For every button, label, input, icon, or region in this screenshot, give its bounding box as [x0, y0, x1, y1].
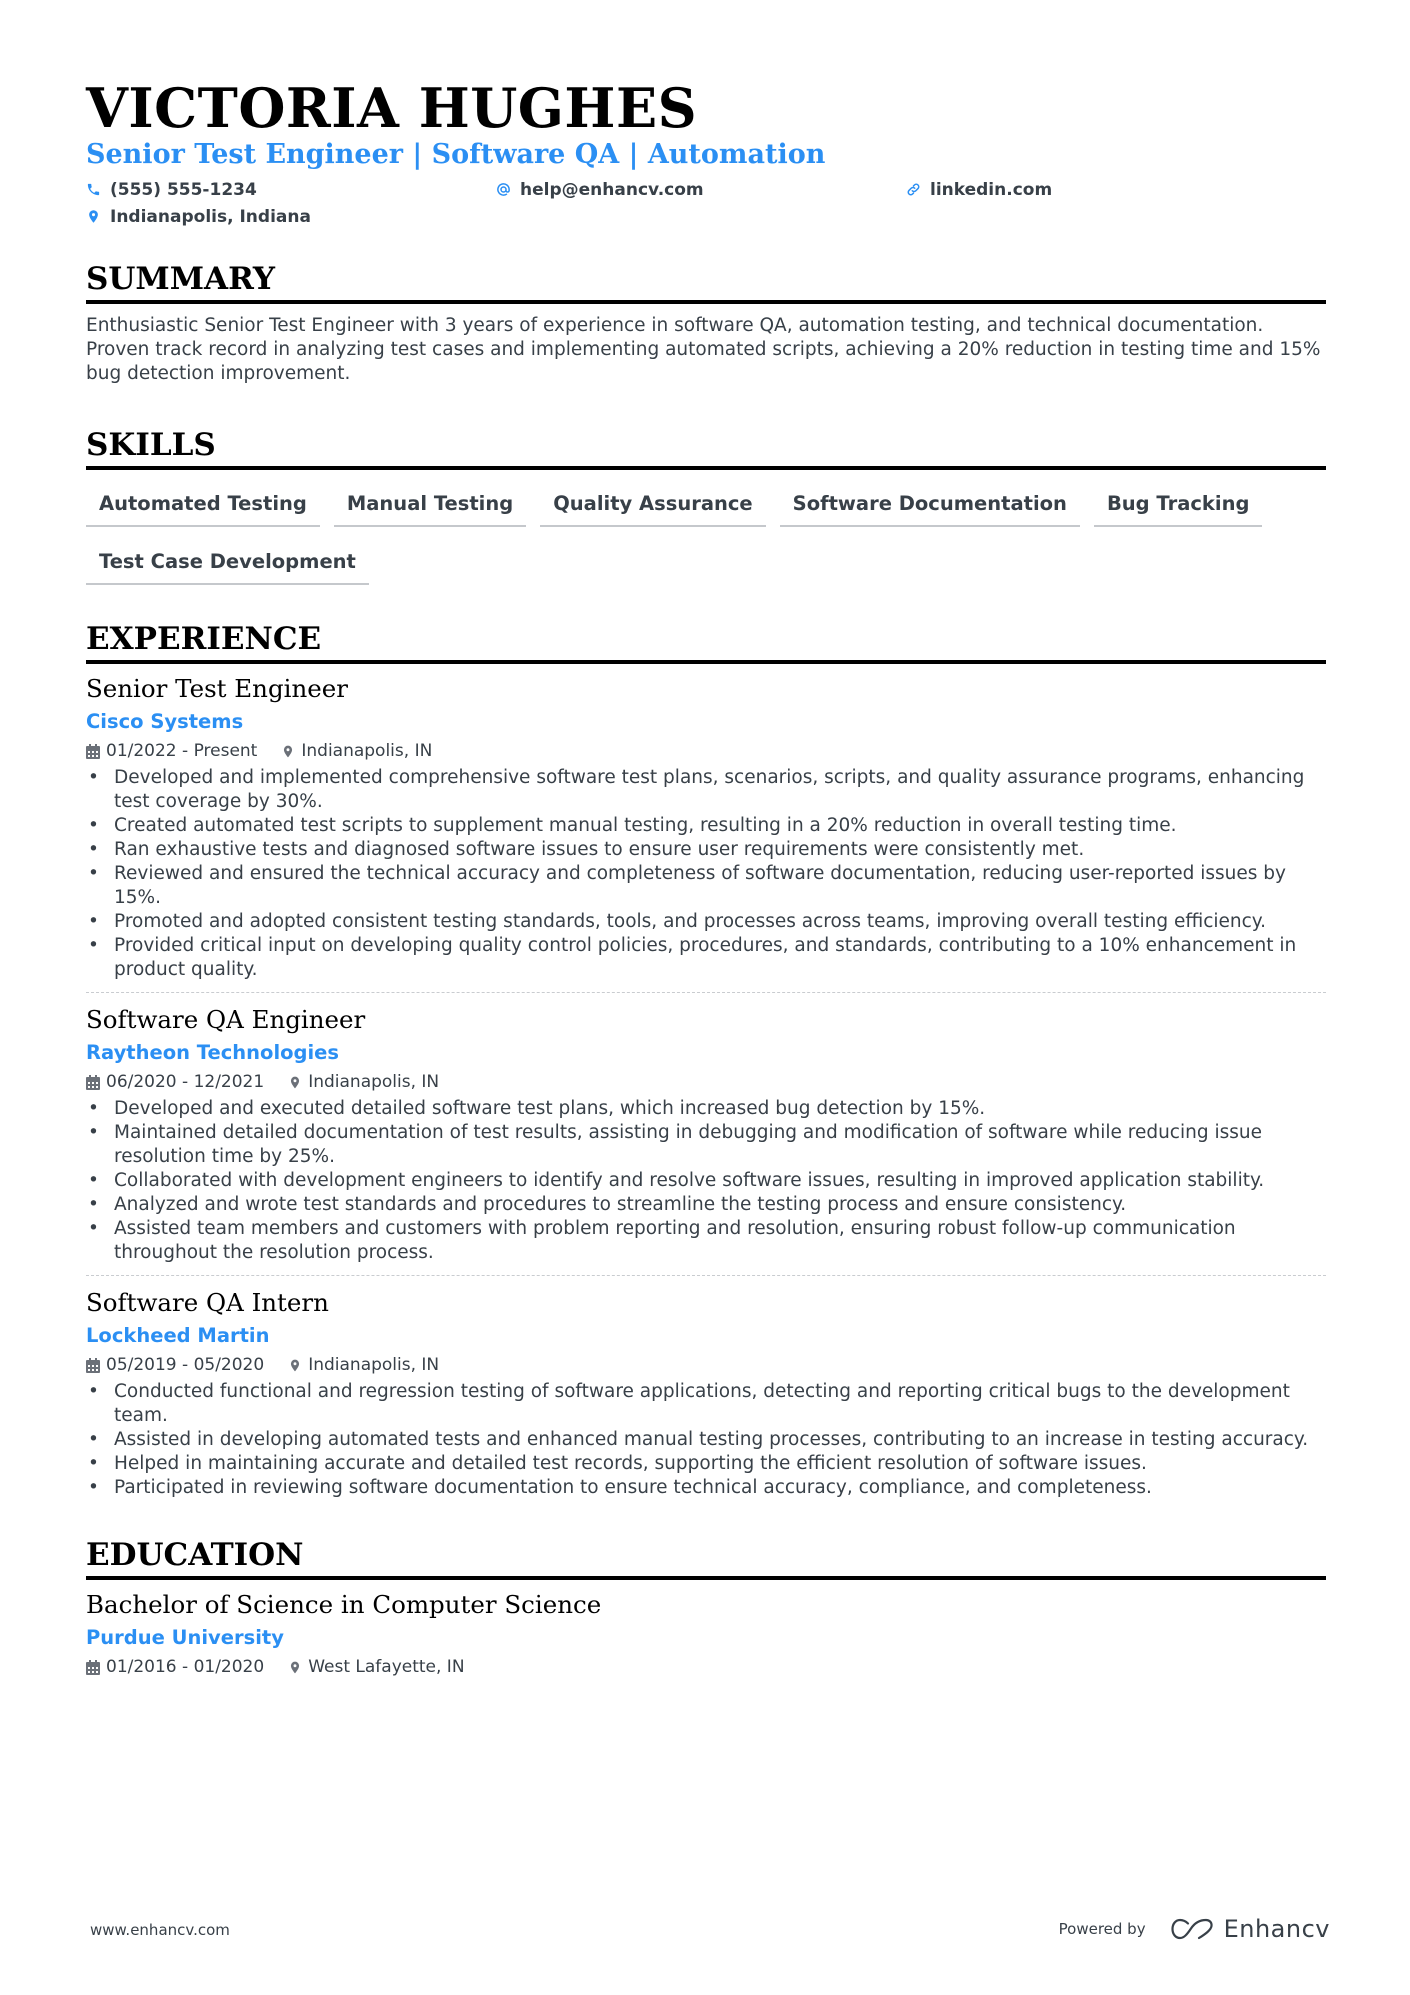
- bullet-item: Conducted functional and regression test…: [86, 1380, 1326, 1428]
- bullet-item: Developed and executed detailed software…: [86, 1097, 1326, 1121]
- enhancv-logo[interactable]: Enhancv: [1170, 1915, 1330, 1943]
- candidate-name: VICTORIA HUGHES: [86, 76, 698, 140]
- location-pin-icon: [288, 1660, 302, 1675]
- job-location: Indianapolis, IN: [288, 1069, 439, 1095]
- location-pin-icon: [288, 1358, 302, 1373]
- job-bullets: Conducted functional and regression test…: [86, 1380, 1326, 1500]
- school: Purdue University: [86, 1626, 284, 1649]
- resume-page: VICTORIA HUGHES Senior Test Engineer | S…: [86, 78, 1326, 1680]
- job-title: Senior Test Engineer: [86, 674, 348, 703]
- job-title: Software QA Intern: [86, 1288, 329, 1317]
- bullet-item: Participated in reviewing software docum…: [86, 1476, 1326, 1500]
- bullet-item: Helped in maintaining accurate and detai…: [86, 1452, 1326, 1476]
- job-title: Software QA Engineer: [86, 1005, 366, 1034]
- experience-heading: EXPERIENCE: [86, 621, 322, 657]
- job-dates: 06/2020 - 12/2021: [106, 1072, 265, 1092]
- education-heading: EDUCATION: [86, 1537, 304, 1573]
- skills-list: Automated Testing Manual Testing Quality…: [86, 484, 1326, 600]
- education-section: EDUCATION Bachelor of Science in Compute…: [86, 1536, 1326, 1680]
- section-divider: [86, 466, 1326, 470]
- job-bullets: Developed and executed detailed software…: [86, 1097, 1326, 1265]
- skill-tag: Quality Assurance: [540, 484, 766, 527]
- skill-tag: Software Documentation: [779, 484, 1080, 527]
- experience-entry: Software QA Engineer Raytheon Technologie…: [86, 992, 1326, 1265]
- location-pin-icon: [281, 744, 295, 759]
- bullet-item: Ran exhaustive tests and diagnosed softw…: [86, 838, 1326, 862]
- contact-email: help@enhancv.com: [496, 176, 906, 203]
- bullet-item: Assisted in developing automated tests a…: [86, 1428, 1326, 1452]
- footer-website[interactable]: www.enhancv.com: [90, 1921, 230, 1939]
- job-meta: 01/2022 - Present Indianapolis, IN: [86, 738, 1326, 764]
- header: VICTORIA HUGHES Senior Test Engineer | S…: [86, 78, 1326, 230]
- job-location: Indianapolis, IN: [281, 738, 432, 764]
- location-pin-icon: [288, 1075, 302, 1090]
- summary-section: SUMMARY Enthusiastic Senior Test Enginee…: [86, 260, 1326, 386]
- job-location-text: Indianapolis, IN: [308, 1355, 440, 1375]
- bullet-item: Reviewed and ensured the technical accur…: [86, 862, 1326, 910]
- bullet-item: Created automated test scripts to supple…: [86, 814, 1326, 838]
- job-meta: 06/2020 - 12/2021 Indianapolis, IN: [86, 1069, 1326, 1095]
- company-name: Lockheed Martin: [86, 1324, 270, 1347]
- job-bullets: Developed and implemented comprehensive …: [86, 766, 1326, 982]
- experience-entry: Software QA Intern Lockheed Martin 05/2019…: [86, 1275, 1326, 1500]
- job-meta: 05/2019 - 05/2020 Indianapolis, IN: [86, 1352, 1326, 1378]
- contact-location: Indianapolis, Indiana: [86, 203, 496, 230]
- linkedin-text[interactable]: linkedin.com: [930, 180, 1052, 200]
- education-location-text: West Lafayette, IN: [308, 1657, 465, 1677]
- section-divider: [86, 300, 1326, 304]
- bullet-item: Developed and implemented comprehensive …: [86, 766, 1326, 814]
- candidate-title: Senior Test Engineer | Software QA | Aut…: [86, 139, 826, 170]
- email-text[interactable]: help@enhancv.com: [520, 180, 704, 200]
- phone-text[interactable]: (555) 555-1234: [110, 180, 257, 200]
- calendar-icon: [86, 1357, 100, 1373]
- experience-section: EXPERIENCE Senior Test Engineer Cisco Sys…: [86, 620, 1326, 1500]
- location-text: Indianapolis, Indiana: [110, 206, 311, 227]
- calendar-icon: [86, 743, 100, 759]
- job-dates: 01/2022 - Present: [106, 741, 258, 761]
- skill-tag: Automated Testing: [86, 484, 320, 527]
- skill-tag: Test Case Development: [86, 542, 369, 585]
- contact-phone: (555) 555-1234: [86, 176, 496, 203]
- education-dates: 01/2016 - 01/2020: [106, 1657, 265, 1677]
- bullet-item: Assisted team members and customers with…: [86, 1217, 1326, 1265]
- enhancv-logo-icon: [1170, 1918, 1213, 1940]
- experience-entry: Senior Test Engineer Cisco Systems 01/2022…: [86, 664, 1326, 982]
- skill-tag: Bug Tracking: [1093, 484, 1263, 527]
- bullet-item: Collaborated with development engineers …: [86, 1169, 1326, 1193]
- calendar-icon: [86, 1074, 100, 1090]
- company-name: Raytheon Technologies: [86, 1041, 339, 1064]
- contact-linkedin: linkedin.com: [906, 176, 1326, 203]
- at-icon: [496, 181, 516, 199]
- experience-list: Senior Test Engineer Cisco Systems 01/2022…: [86, 664, 1326, 1500]
- bullet-item: Promoted and adopted consistent testing …: [86, 910, 1326, 934]
- company-name: Cisco Systems: [86, 710, 244, 733]
- job-location: Indianapolis, IN: [288, 1352, 439, 1378]
- calendar-icon: [86, 1659, 100, 1675]
- job-location-text: Indianapolis, IN: [308, 1072, 440, 1092]
- skills-heading: SKILLS: [86, 427, 216, 463]
- footer: www.enhancv.com Powered by Enhancv: [90, 1915, 1330, 1945]
- location-pin-icon: [86, 208, 106, 226]
- skill-tag: Manual Testing: [333, 484, 527, 527]
- skills-section: SKILLS Automated Testing Manual Testing …: [86, 426, 1326, 600]
- powered-by-text: Powered by: [1058, 1920, 1146, 1938]
- education-location: West Lafayette, IN: [288, 1654, 465, 1680]
- link-icon: [906, 181, 926, 199]
- summary-heading: SUMMARY: [86, 261, 276, 297]
- summary-text: Enthusiastic Senior Test Engineer with 3…: [86, 315, 1321, 384]
- bullet-item: Provided critical input on developing qu…: [86, 934, 1326, 982]
- education-entry: Bachelor of Science in Computer Science …: [86, 1580, 1326, 1680]
- brand-name: Enhancv: [1223, 1915, 1330, 1943]
- job-dates: 05/2019 - 05/2020: [106, 1355, 265, 1375]
- phone-icon: [86, 181, 106, 199]
- bullet-item: Analyzed and wrote test standards and pr…: [86, 1193, 1326, 1217]
- job-location-text: Indianapolis, IN: [301, 741, 433, 761]
- education-meta: 01/2016 - 01/2020 West Lafayette, IN: [86, 1654, 1326, 1680]
- footer-branding: Powered by Enhancv: [1059, 1915, 1330, 1943]
- bullet-item: Maintained detailed documentation of tes…: [86, 1121, 1326, 1169]
- degree: Bachelor of Science in Computer Science: [86, 1590, 602, 1619]
- contact-info: (555) 555-1234 help@enhancv.com linkedin…: [86, 176, 1326, 230]
